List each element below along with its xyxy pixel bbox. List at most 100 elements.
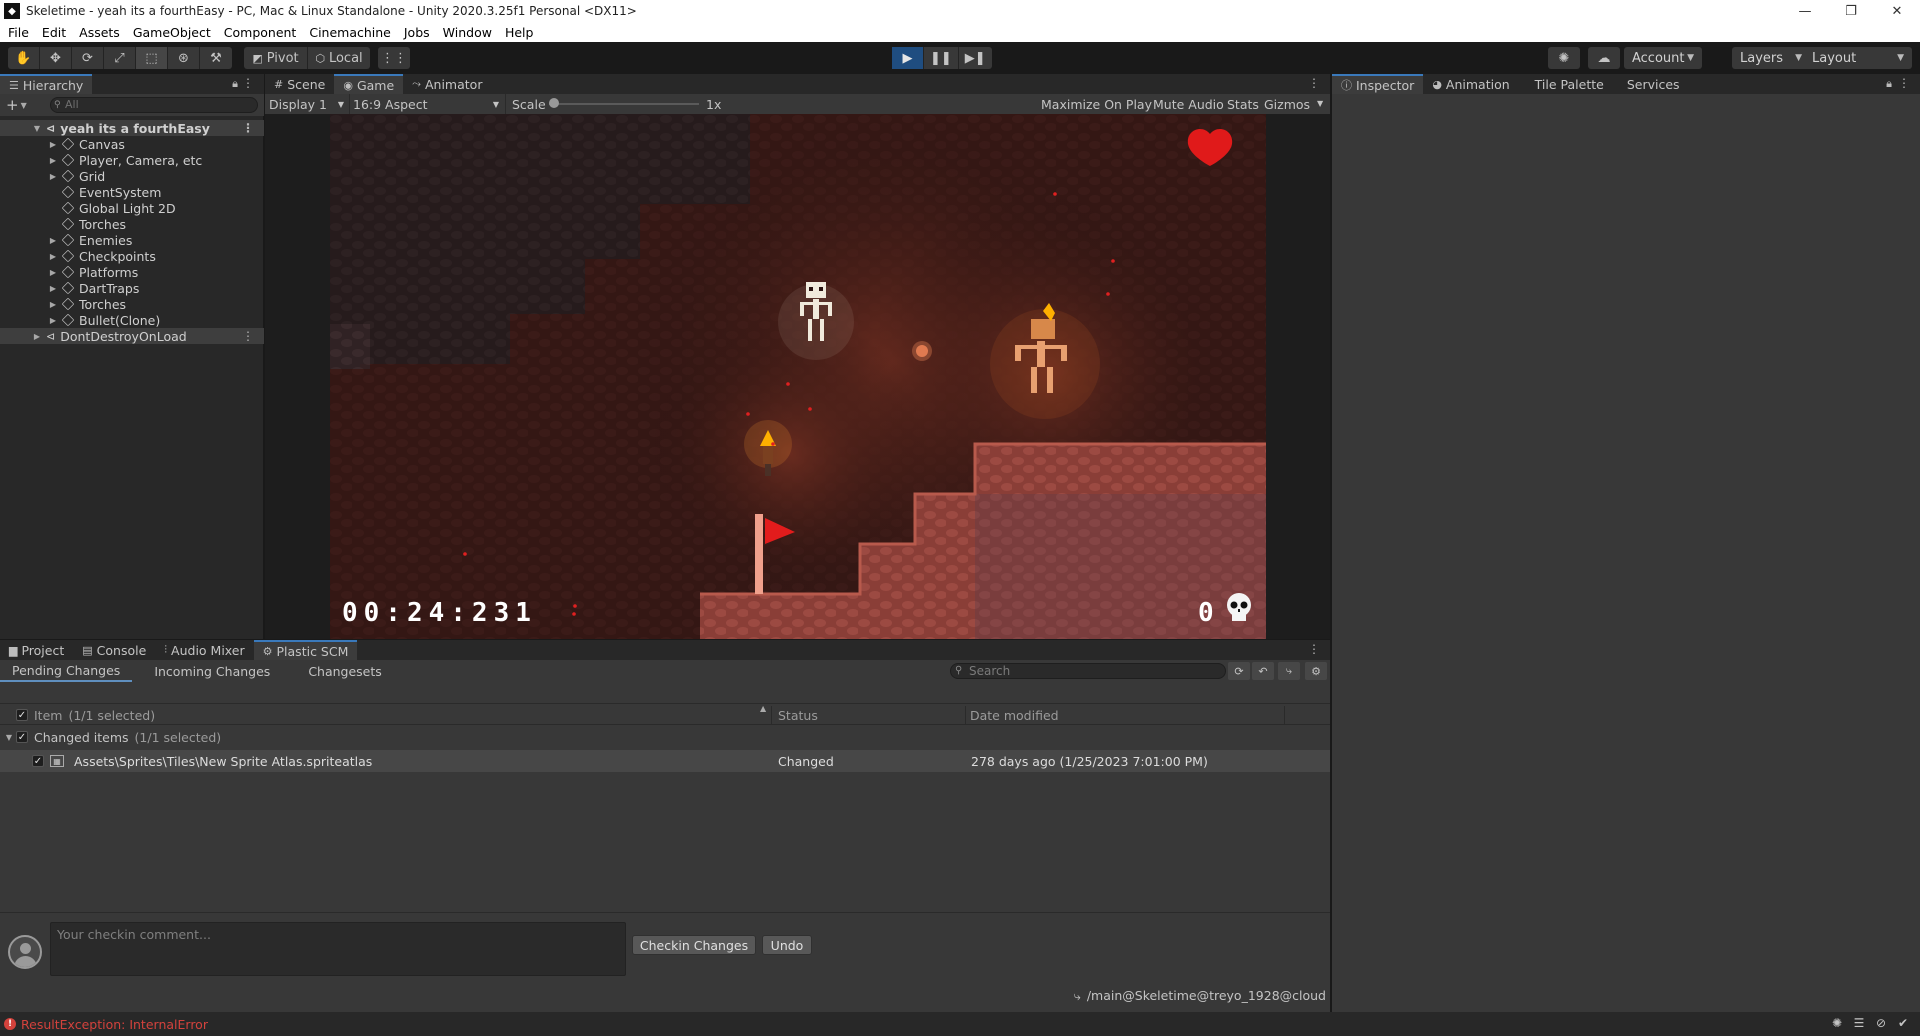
panel-menu-icon[interactable]: ⋮	[1308, 76, 1320, 90]
play-button[interactable]: ▶	[892, 47, 924, 69]
checkin-changes-button[interactable]: Checkin Changes	[632, 935, 756, 955]
tab-incoming-changes[interactable]: Incoming Changes	[142, 660, 282, 682]
tab-game[interactable]: ◉ Game	[334, 74, 404, 94]
move-tool-icon[interactable]: ✥	[40, 47, 72, 69]
group-checkbox[interactable]: ✓	[16, 731, 28, 743]
account-dropdown[interactable]: Account ▼	[1624, 47, 1702, 69]
pause-button[interactable]: ❚❚	[924, 47, 959, 69]
panel-menu-icon[interactable]: ⋮	[1308, 642, 1320, 656]
hierarchy-item[interactable]: EventSystem	[0, 184, 264, 200]
scm-search-input[interactable]: ⚲ Search	[950, 663, 1226, 679]
expand-arrow-icon[interactable]: ▶	[48, 140, 58, 149]
expand-arrow-icon[interactable]: ▶	[48, 156, 58, 165]
mute-audio-toggle[interactable]: Mute Audio	[1153, 97, 1224, 112]
bug-icon[interactable]: ✺	[1826, 1016, 1848, 1032]
undo-button[interactable]: Undo	[762, 935, 812, 955]
expand-arrow-icon[interactable]: ▼	[2, 733, 16, 742]
close-button[interactable]: ✕	[1874, 0, 1920, 22]
row-menu-icon[interactable]: ⋮	[242, 121, 254, 135]
column-status[interactable]: Status	[778, 704, 818, 726]
tab-changesets[interactable]: Changesets	[296, 660, 393, 682]
stats-toggle[interactable]: Stats	[1227, 97, 1259, 112]
rect-tool-icon[interactable]: ⬚	[136, 47, 168, 69]
hierarchy-item[interactable]: ▶ Bullet(Clone)	[0, 312, 264, 328]
tab-hierarchy[interactable]: ☰ Hierarchy	[0, 74, 93, 94]
panel-menu-icon[interactable]: ⋮	[1898, 76, 1910, 90]
hierarchy-item[interactable]: ▶ Grid	[0, 168, 264, 184]
column-date[interactable]: Date modified	[970, 704, 1059, 726]
expand-arrow-icon[interactable]: ▼	[32, 124, 42, 133]
undo-icon[interactable]: ↶	[1252, 662, 1274, 680]
chevron-down-icon[interactable]: ▼	[1317, 99, 1323, 108]
scale-slider[interactable]	[549, 103, 699, 105]
tab-inspector[interactable]: ⓘ Inspector	[1332, 74, 1424, 94]
row-menu-icon[interactable]: ⋮	[242, 329, 254, 343]
custom-tool-icon[interactable]: ⚒	[200, 47, 232, 69]
menu-assets[interactable]: Assets	[79, 25, 120, 40]
expand-arrow-icon[interactable]: ▶	[48, 284, 58, 293]
chevron-down-icon[interactable]: ▼	[21, 101, 27, 110]
cloud-icon[interactable]: ☁	[1588, 47, 1620, 69]
grid-snap-icon[interactable]: ⋮⋮	[378, 47, 410, 69]
check-circle-icon[interactable]: ✔	[1892, 1016, 1914, 1032]
hierarchy-item[interactable]: ▶ Platforms	[0, 264, 264, 280]
gizmos-toggle[interactable]: Gizmos	[1264, 97, 1310, 112]
add-icon[interactable]: +	[6, 96, 19, 114]
error-message[interactable]: ! ResultException: InternalError	[4, 1017, 208, 1032]
hierarchy-item[interactable]: ▶ Player, Camera, etc	[0, 152, 264, 168]
lock-icon[interactable]: 🔒︎	[1886, 77, 1892, 91]
transform-tool-icon[interactable]: ⊛	[168, 47, 200, 69]
hierarchy-item[interactable]: ▶ DartTraps	[0, 280, 264, 296]
hierarchy-item[interactable]: Global Light 2D	[0, 200, 264, 216]
expand-arrow-icon[interactable]: ▶	[48, 268, 58, 277]
expand-arrow-icon[interactable]: ▶	[48, 300, 58, 309]
lighting-icon[interactable]: ⊘	[1870, 1016, 1892, 1032]
hierarchy-search-input[interactable]: ⚲ All	[50, 97, 258, 113]
scale-slider-handle[interactable]	[549, 98, 559, 108]
game-viewport[interactable]: 00:24:231 0	[330, 114, 1266, 639]
settings-gear-icon[interactable]: ⚙	[1305, 662, 1327, 680]
expand-arrow-icon[interactable]: ▶	[48, 236, 58, 245]
menu-file[interactable]: File	[8, 25, 29, 40]
menu-window[interactable]: Window	[443, 25, 492, 40]
expand-arrow-icon[interactable]: ▶	[48, 172, 58, 181]
layers-dropdown[interactable]: Layers ▼	[1732, 47, 1810, 69]
collab-icon[interactable]: ✺	[1548, 47, 1580, 69]
tab-services[interactable]: Services	[1613, 74, 1689, 94]
menu-gameobject[interactable]: GameObject	[133, 25, 211, 40]
tab-animator[interactable]: ⤳ Animator	[403, 74, 491, 94]
hand-tool-icon[interactable]: ✋	[8, 47, 40, 69]
table-row[interactable]: ✓ ▦ Assets\Sprites\Tiles\New Sprite Atla…	[0, 750, 1330, 772]
hierarchy-item[interactable]: ▶ Torches	[0, 296, 264, 312]
tab-plastic-scm[interactable]: ⚙ Plastic SCM	[253, 640, 358, 660]
row-checkbox[interactable]: ✓	[32, 755, 44, 767]
tab-pending-changes[interactable]: Pending Changes	[0, 660, 133, 682]
expand-arrow-icon[interactable]: ▶	[48, 316, 58, 325]
tab-tile-palette[interactable]: Tile Palette	[1519, 74, 1613, 94]
scale-tool-icon[interactable]: ⤢	[104, 47, 136, 69]
hierarchy-scene-row[interactable]: ▼ ⊲ yeah its a fourthEasy ⋮	[0, 120, 264, 136]
rotate-tool-icon[interactable]: ⟳	[72, 47, 104, 69]
sort-arrow-icon[interactable]: ▲	[760, 704, 766, 713]
checkin-comment-input[interactable]: Your checkin comment...	[50, 922, 626, 976]
changed-items-group[interactable]: ▼ ✓ Changed items (1/1 selected)	[0, 726, 1330, 748]
menu-help[interactable]: Help	[505, 25, 534, 40]
expand-arrow-icon[interactable]: ▶	[48, 252, 58, 261]
lock-icon[interactable]: 🔒︎	[232, 77, 238, 91]
select-all-checkbox[interactable]: ✓	[16, 709, 28, 721]
layout-dropdown[interactable]: Layout ▼	[1804, 47, 1912, 69]
step-button[interactable]: ▶❚	[959, 47, 992, 69]
select-all-column[interactable]: ✓ Item (1/1 selected)	[16, 704, 155, 726]
expand-arrow-icon[interactable]: ▶	[32, 332, 42, 341]
display-dropdown[interactable]: Display 1 ▼	[269, 97, 344, 112]
menu-jobs[interactable]: Jobs	[404, 25, 430, 40]
tab-console[interactable]: ▤ Console	[73, 640, 155, 660]
maximize-button[interactable]: ❐	[1828, 0, 1874, 22]
maximize-on-play-toggle[interactable]: Maximize On Play	[1041, 97, 1152, 112]
branch-icon[interactable]: ⤷	[1278, 662, 1300, 680]
minimize-button[interactable]: —	[1782, 0, 1828, 22]
column-item[interactable]: Item	[34, 708, 62, 723]
local-toggle[interactable]: ⬡ Local	[308, 47, 370, 69]
hierarchy-item[interactable]: Torches	[0, 216, 264, 232]
hierarchy-ddol-row[interactable]: ▶ ⊲ DontDestroyOnLoad ⋮	[0, 328, 264, 344]
